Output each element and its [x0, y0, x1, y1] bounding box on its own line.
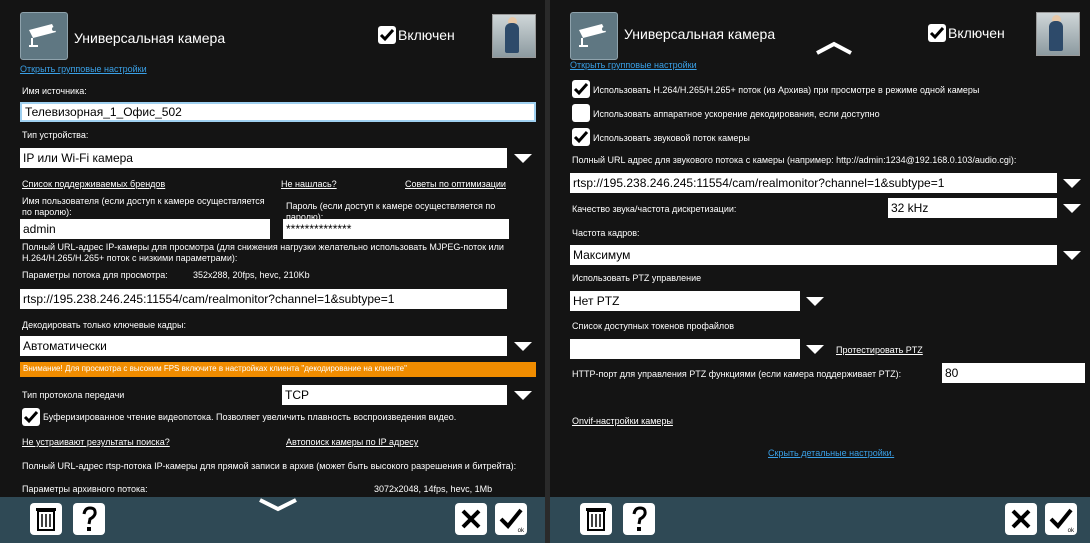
close-icon: [1011, 509, 1031, 529]
camera-preview-thumbnail[interactable]: [492, 14, 536, 58]
archive-params-label: Параметры архивного потока:: [22, 484, 148, 494]
brands-link[interactable]: Список поддерживаемых брендов: [22, 179, 165, 190]
fps-label: Частота кадров:: [572, 228, 640, 238]
use-h264-checkbox[interactable]: [572, 80, 590, 98]
checkbox-icon: [929, 27, 945, 40]
archive-params-value: 3072x2048, 14fps, hevc, 1Mb: [374, 484, 493, 494]
dropdown-arrow-icon[interactable]: [514, 391, 532, 400]
dropdown-arrow-icon[interactable]: [514, 154, 532, 163]
protocol-select[interactable]: TCP: [282, 385, 507, 405]
http-port-label: HTTP-порт для управления PTZ функциями (…: [572, 369, 902, 379]
http-port-input[interactable]: 80: [942, 363, 1085, 383]
optimization-link[interactable]: Советы по оптимизации: [405, 179, 506, 190]
stream-params-value: 352x288, 20fps, hevc, 210Kb: [193, 270, 310, 280]
audio-label: Использовать звуковой поток камеры: [593, 133, 750, 143]
group-settings-link[interactable]: Открыть групповые настройки: [20, 64, 147, 74]
fps-select[interactable]: Максимум: [570, 245, 1057, 265]
delete-button[interactable]: [30, 503, 62, 535]
help-button[interactable]: [623, 503, 655, 535]
ok-button[interactable]: ok: [1045, 503, 1077, 535]
ptz-select[interactable]: Нет PTZ: [570, 291, 800, 311]
source-name-input[interactable]: Телевизорная_1_Офис_502: [20, 102, 536, 122]
hw-accel-checkbox[interactable]: [572, 104, 590, 122]
footer-bar: ok: [550, 497, 1090, 543]
camera-settings-panel-right: Универсальная камера Включен Открыть гру…: [550, 0, 1090, 543]
trash-icon: [586, 508, 606, 531]
checkbox-icon: [573, 131, 589, 144]
close-icon: [461, 509, 481, 529]
ok-label: ok: [517, 528, 524, 534]
audio-quality-select[interactable]: 32 kHz: [888, 198, 1057, 218]
stream-params-label: Параметры потока для просмотра:: [22, 270, 168, 280]
checkbox-icon: [573, 83, 589, 96]
help-button[interactable]: [73, 503, 105, 535]
enabled-checkbox[interactable]: [928, 24, 946, 42]
device-type-select[interactable]: IP или Wi-Fi камера: [20, 148, 507, 168]
dropdown-arrow-icon[interactable]: [806, 345, 824, 354]
dropdown-arrow-icon[interactable]: [1063, 251, 1081, 260]
camera-title: Универсальная камера: [624, 26, 776, 42]
decode-keyframes-select[interactable]: Автоматически: [20, 336, 507, 356]
group-settings-link[interactable]: Открыть групповые настройки: [570, 60, 697, 70]
cancel-button[interactable]: [1005, 503, 1037, 535]
delete-button[interactable]: [580, 503, 612, 535]
test-ptz-link[interactable]: Протестировать PTZ: [836, 345, 923, 356]
hw-accel-label: Использовать аппаратное ускорение декоди…: [593, 109, 880, 119]
camera-settings-panel-left: Универсальная камера Включен Открыть гру…: [0, 0, 545, 543]
audio-url-input[interactable]: rtsp://195.238.246.245:11554/cam/realmon…: [570, 173, 1057, 193]
audio-url-label: Полный URL адрес для звукового потока с …: [572, 155, 1017, 165]
checkbox-icon: [23, 411, 39, 424]
help-icon: [632, 506, 647, 531]
username-label: Имя пользователя (если доступ к камере о…: [22, 196, 265, 217]
audio-checkbox[interactable]: [572, 128, 590, 146]
hide-details-link[interactable]: Скрыть детальные настройки.: [768, 448, 894, 458]
url-view-label: Полный URL-адрес IP-камеры для просмотра…: [22, 242, 504, 263]
enabled-label: Включен: [398, 27, 455, 43]
use-h264-label: Использовать H.264/H.265/H.265+ поток (и…: [593, 85, 980, 95]
bad-results-link[interactable]: Не устраивают результаты поиска?: [22, 437, 170, 448]
footer-bar: ok: [0, 497, 545, 543]
enabled-checkbox[interactable]: [378, 26, 396, 44]
protocol-label: Тип протокола передачи: [22, 390, 125, 400]
ok-button[interactable]: ok: [495, 503, 527, 535]
tokens-select[interactable]: [570, 339, 800, 359]
url-view-input[interactable]: rtsp://195.238.246.245:11554/cam/realmon…: [20, 289, 507, 309]
decode-keyframes-label: Декодировать только ключевые кадры:: [22, 320, 187, 330]
url-archive-label: Полный URL-адрес rtsp-потока IP-камеры д…: [22, 461, 517, 471]
device-type-label: Тип устройства:: [22, 130, 89, 140]
cancel-button[interactable]: [455, 503, 487, 535]
onvif-settings-link[interactable]: Onvif-настройки камеры: [572, 416, 673, 427]
camera-icon[interactable]: [20, 12, 68, 60]
fps-warning-banner: Внимание! Для просмотра с высоким FPS вк…: [20, 362, 536, 377]
chevron-down-icon[interactable]: [257, 497, 299, 513]
dropdown-arrow-icon[interactable]: [514, 342, 532, 351]
buffered-read-checkbox[interactable]: [22, 408, 40, 426]
ok-label: ok: [1067, 528, 1074, 534]
checkbox-icon: [379, 29, 395, 42]
buffered-read-label: Буферизированное чтение видеопотока. Поз…: [43, 412, 457, 422]
trash-icon: [36, 508, 56, 531]
dropdown-arrow-icon[interactable]: [1063, 204, 1081, 213]
tokens-label: Список доступных токенов профайлов: [572, 321, 735, 331]
chevron-up-icon[interactable]: [814, 40, 854, 56]
audio-quality-label: Качество звука/частота дискретизации:: [572, 204, 737, 214]
dropdown-arrow-icon[interactable]: [806, 297, 824, 306]
dropdown-arrow-icon[interactable]: [1063, 179, 1081, 188]
enabled-label: Включен: [948, 25, 1005, 41]
not-found-link[interactable]: Не нашлась?: [281, 179, 337, 190]
ptz-label: Использовать PTZ управление: [572, 273, 702, 283]
camera-preview-thumbnail[interactable]: [1036, 12, 1080, 56]
source-name-label: Имя источника:: [22, 86, 87, 96]
username-input[interactable]: admin: [20, 219, 270, 239]
password-input[interactable]: **************: [283, 219, 509, 239]
camera-title: Универсальная камера: [74, 30, 226, 46]
camera-icon[interactable]: [570, 12, 618, 60]
autosearch-link[interactable]: Автопоиск камеры по IP адресу: [286, 437, 418, 448]
help-icon: [82, 506, 97, 531]
